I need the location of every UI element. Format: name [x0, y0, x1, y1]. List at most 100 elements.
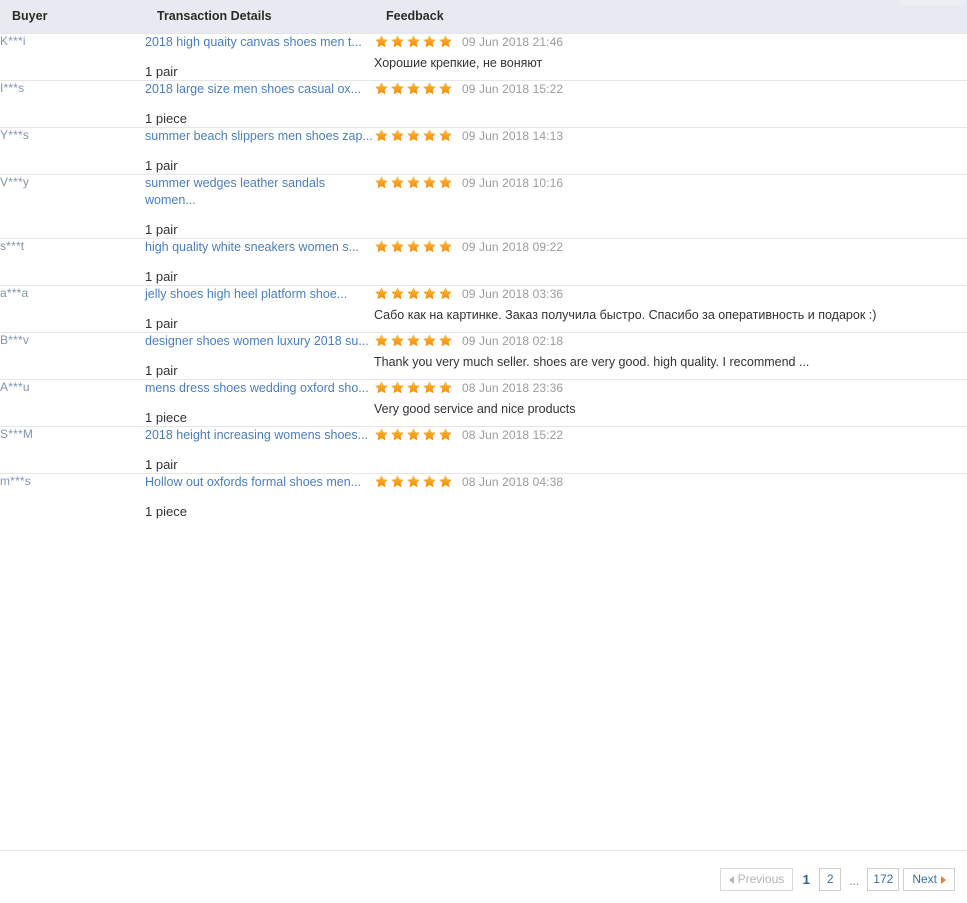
table-row: S***M 2018 height increasing womens shoes… [0, 425, 967, 473]
cell-transaction-details: 2018 high quaity canvas shoes men t... 1 … [145, 32, 374, 80]
chevron-left-icon [728, 875, 734, 884]
pagination-last-page[interactable]: 172 [867, 868, 900, 891]
feedback-table: Buyer Transaction Details Feedback K***i… [0, 0, 967, 520]
table-row: B***v designer shoes women luxury 2018 su… [0, 331, 967, 379]
cell-transaction-details: summer wedges leather sandals women... 1 … [145, 173, 374, 238]
product-link[interactable]: mens dress shoes wedding oxford sho... [145, 380, 374, 397]
feedback-date: 09 Jun 2018 02:18 [462, 333, 564, 348]
quantity-label: 1 pair [145, 268, 178, 284]
feedback-comment: Thank you very much seller. shoes are ve… [374, 354, 810, 369]
product-link[interactable]: 2018 height increasing womens shoes... [145, 427, 374, 444]
cell-feedback: 09 Jun 2018 09:22 [374, 237, 967, 285]
cell-buyer: I***s [0, 79, 145, 127]
cell-transaction-details: high quality white sneakers women s... 1 … [145, 237, 374, 285]
pagination-ellipsis: ... [849, 874, 860, 888]
star-rating-icon [374, 175, 453, 190]
star-rating-icon [374, 286, 453, 301]
feedback-header: 09 Jun 2018 10:16 [374, 175, 967, 191]
quantity-label: 1 piece [145, 409, 187, 425]
chevron-right-icon [941, 875, 946, 884]
pagination-next-label: Next [912, 872, 937, 886]
table-row: K***i 2018 high quaity canvas shoes men t… [0, 32, 967, 80]
feedback-header: 09 Jun 2018 02:18 [374, 333, 967, 349]
pagination: Previous 1 2 ... 172 Next [719, 868, 955, 891]
feedback-header: 09 Jun 2018 03:36 [374, 286, 967, 302]
feedback-date: 09 Jun 2018 09:22 [462, 239, 564, 254]
pagination-page-2[interactable]: 2 [819, 868, 842, 891]
feedback-date: 09 Jun 2018 21:46 [462, 34, 564, 49]
top-cutoff-widget [898, 0, 967, 5]
quantity-label: 1 pair [145, 221, 178, 237]
cell-feedback: 09 Jun 2018 21:46 Хорошие крепкие, не вон… [374, 32, 967, 80]
product-link[interactable]: 2018 large size men shoes casual ox... [145, 81, 374, 98]
pagination-previous-label: Previous [737, 872, 785, 886]
pagination-previous-button[interactable]: Previous [719, 868, 794, 891]
feedback-date: 09 Jun 2018 14:13 [462, 128, 564, 143]
feedback-comment: Сабо как на картинке. Заказ получила быс… [374, 307, 877, 322]
quantity-label: 1 pair [145, 456, 178, 472]
table-row: I***s 2018 large size men shoes casual ox… [0, 79, 967, 127]
cell-feedback: 08 Jun 2018 23:36 Very good service and n… [374, 378, 967, 426]
cell-feedback: 09 Jun 2018 14:13 [374, 126, 967, 174]
buyer-name: B***v [0, 332, 30, 347]
cell-feedback: 09 Jun 2018 02:18 Thank you very much sel… [374, 331, 967, 379]
quantity-label: 1 piece [145, 110, 187, 126]
product-link[interactable]: jelly shoes high heel platform shoe... [145, 286, 374, 303]
star-rating-icon [374, 380, 453, 395]
star-rating-icon [374, 333, 453, 348]
feedback-header: 08 Jun 2018 04:38 [374, 474, 967, 490]
buyer-name: K***i [0, 33, 26, 48]
feedback-date: 08 Jun 2018 15:22 [462, 427, 564, 442]
cell-transaction-details: 2018 height increasing womens shoes... 1 … [145, 425, 374, 473]
pagination-divider [0, 850, 967, 851]
feedback-page: Buyer Transaction Details Feedback K***i… [0, 0, 967, 903]
feedback-date: 09 Jun 2018 15:22 [462, 81, 564, 96]
feedback-header: 09 Jun 2018 14:13 [374, 128, 967, 144]
star-rating-icon [374, 239, 453, 254]
cell-buyer: a***a [0, 284, 145, 332]
cell-feedback: 08 Jun 2018 04:38 [374, 472, 967, 520]
table-body: K***i 2018 high quaity canvas shoes men t… [0, 32, 967, 520]
buyer-name: s***t [0, 238, 25, 253]
feedback-date: 09 Jun 2018 10:16 [462, 175, 564, 190]
cell-feedback: 09 Jun 2018 15:22 [374, 79, 967, 127]
cell-feedback: 09 Jun 2018 10:16 [374, 173, 967, 238]
table-row: s***t high quality white sneakers women s… [0, 237, 967, 285]
buyer-name: m***s [0, 473, 32, 488]
product-link[interactable]: high quality white sneakers women s... [145, 239, 374, 256]
feedback-comment: Хорошие крепкие, не воняют [374, 55, 543, 70]
table-row: a***a jelly shoes high heel platform shoe… [0, 284, 967, 332]
star-rating-icon [374, 128, 453, 143]
buyer-name: a***a [0, 285, 29, 300]
quantity-label: 1 pair [145, 63, 178, 79]
feedback-comment: Very good service and nice products [374, 401, 576, 416]
buyer-name: V***y [0, 174, 30, 189]
cell-buyer: B***v [0, 331, 145, 379]
product-link[interactable]: summer wedges leather sandals women... [145, 175, 374, 209]
cell-buyer: s***t [0, 237, 145, 285]
feedback-header: 09 Jun 2018 21:46 [374, 34, 967, 50]
cell-transaction-details: jelly shoes high heel platform shoe... 1 … [145, 284, 374, 332]
quantity-label: 1 piece [145, 503, 187, 519]
cell-transaction-details: designer shoes women luxury 2018 su... 1 … [145, 331, 374, 379]
star-rating-icon [374, 81, 453, 96]
product-link[interactable]: summer beach slippers men shoes zap... [145, 128, 374, 145]
table-row: Y***s summer beach slippers men shoes zap… [0, 126, 967, 174]
product-link[interactable]: Hollow out oxfords formal shoes men... [145, 474, 374, 491]
pagination-next-button[interactable]: Next [903, 868, 955, 891]
product-link[interactable]: 2018 high quaity canvas shoes men t... [145, 34, 374, 51]
star-rating-icon [374, 427, 453, 442]
column-header-buyer: Buyer [12, 9, 48, 24]
cell-buyer: m***s [0, 472, 145, 520]
cell-transaction-details: mens dress shoes wedding oxford sho... 1 … [145, 378, 374, 426]
table-row: m***s Hollow out oxfords formal shoes men… [0, 472, 967, 520]
product-link[interactable]: designer shoes women luxury 2018 su... [145, 333, 374, 350]
cell-buyer: A***u [0, 378, 145, 426]
cell-transaction-details: 2018 large size men shoes casual ox... 1 … [145, 79, 374, 127]
feedback-header: 09 Jun 2018 09:22 [374, 239, 967, 255]
cell-buyer: Y***s [0, 126, 145, 174]
table-header-row: Buyer Transaction Details Feedback [0, 0, 967, 33]
column-header-transaction-details: Transaction Details [157, 9, 272, 24]
buyer-name: S***M [0, 426, 34, 441]
table-row: A***u mens dress shoes wedding oxford sho… [0, 378, 967, 426]
